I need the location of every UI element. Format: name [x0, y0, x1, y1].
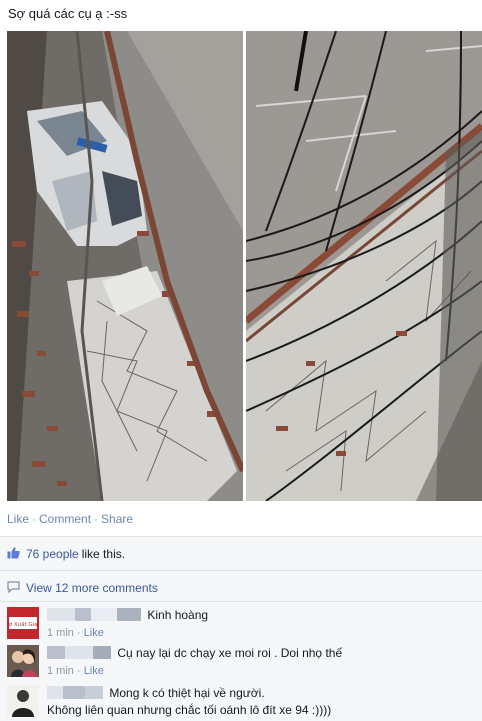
avatar[interactable]: [7, 685, 39, 717]
commenter-name-blurred: [65, 646, 93, 660]
commenter-name-blurred: [91, 608, 117, 622]
separator-dot: ·: [32, 512, 37, 526]
comment-body: Kinh hoàng 1 min · Like: [47, 607, 477, 639]
comment-text: Kinh hoàng: [147, 607, 209, 622]
commenter-name-blurred: [63, 686, 85, 700]
svg-text:Chợ Xuất Giang: Chợ Xuất Giang: [7, 621, 39, 628]
comment-time[interactable]: 1 min: [47, 627, 74, 639]
divider: [0, 601, 482, 602]
avatar[interactable]: Chợ Xuất Giang: [7, 607, 39, 639]
ufi-panel: 76 people like this. View 12 more commen…: [0, 536, 482, 721]
likes-suffix: like this.: [81, 547, 126, 561]
photo-left-drawing: [7, 31, 243, 501]
comment-text: Mong k có thiệt hại về người.: [109, 685, 265, 700]
comment-item: Cụ nay lại dc chạy xe moi roi . Doi nhọ …: [7, 645, 477, 685]
commenter-name-blurred[interactable]: [47, 608, 75, 622]
commenter-name-blurred: [93, 646, 111, 660]
post-caption: Sợ quá các cụ ạ :-ss: [8, 6, 128, 21]
post-photo-collapsed-wall-car[interactable]: [7, 31, 243, 501]
separator-dot: ·: [94, 512, 99, 526]
post-actions: Like · Comment · Share: [7, 512, 133, 526]
comment-like-link[interactable]: Like: [84, 627, 104, 639]
comment-body: Mong k có thiệt hại về người. Không liên…: [47, 685, 477, 717]
comment-like-link[interactable]: Like: [84, 665, 104, 677]
avatar[interactable]: [7, 645, 39, 677]
like-link[interactable]: Like: [7, 512, 29, 526]
comment-meta: 1 min · Like: [47, 664, 104, 677]
commenter-name-blurred: [85, 686, 103, 700]
comment-text-line2: Không liên quan nhưng chắc tối oánh lô đ…: [47, 702, 332, 717]
facebook-post: Sợ quá các cụ ạ :-ss Like · Comment · Sh…: [0, 0, 482, 721]
commenter-name-blurred[interactable]: [47, 646, 65, 660]
likers-link[interactable]: 76 people: [26, 547, 79, 561]
likes-summary: 76 people like this.: [7, 545, 125, 563]
comment-link[interactable]: Comment: [39, 512, 91, 526]
post-photo-collapsed-wall-wires[interactable]: [246, 31, 482, 501]
view-more-comments-label: View 12 more comments: [26, 581, 158, 595]
thumbs-up-icon: [7, 546, 20, 562]
commenter-name-blurred: [75, 608, 91, 622]
commenter-name-blurred: [117, 608, 141, 622]
comment-bubble-icon: [7, 580, 20, 596]
divider: [0, 570, 482, 571]
share-link[interactable]: Share: [101, 512, 133, 526]
commenter-name-blurred[interactable]: [47, 686, 63, 700]
comment-item: Mong k có thiệt hại về người. Không liên…: [7, 685, 477, 721]
comment-text: Cụ nay lại dc chạy xe moi roi . Doi nhọ …: [117, 645, 343, 660]
comment-time[interactable]: 1 min: [47, 665, 74, 677]
comment-meta: 1 min · Like: [47, 626, 104, 639]
photo-right-drawing: [246, 31, 482, 501]
view-more-comments[interactable]: View 12 more comments: [7, 579, 158, 597]
comment-item: Chợ Xuất Giang Kinh hoàng 1 min · Like: [7, 607, 477, 647]
comment-body: Cụ nay lại dc chạy xe moi roi . Doi nhọ …: [47, 645, 477, 677]
